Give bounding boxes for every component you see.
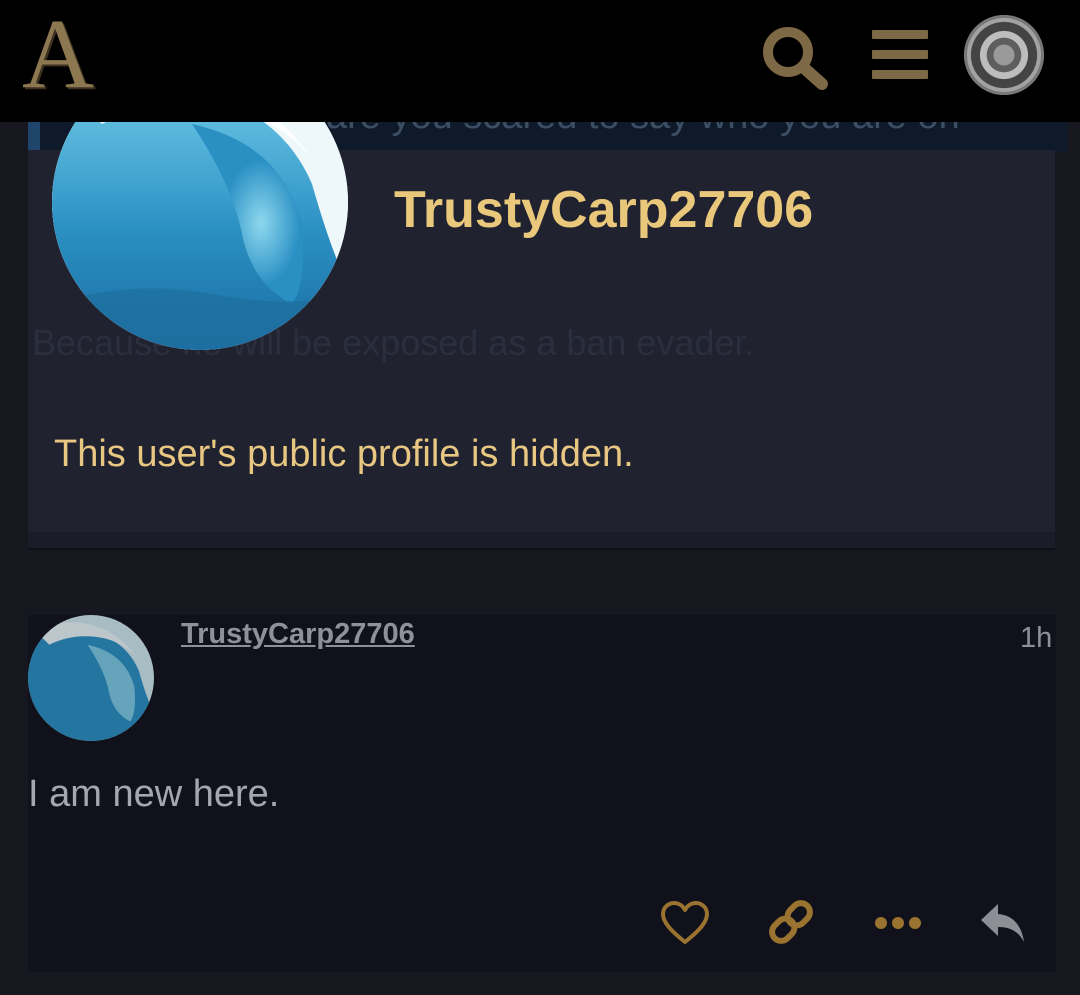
site-header: A [0, 0, 1080, 122]
post-timestamp[interactable]: 1h [1020, 622, 1052, 655]
menu-button[interactable] [868, 28, 932, 82]
search-button[interactable] [760, 26, 832, 90]
reply-icon [981, 904, 1024, 942]
more-icon [875, 917, 921, 929]
profile-hidden-message: This user's public profile is hidden. [54, 433, 634, 475]
current-user-avatar[interactable] [964, 15, 1044, 95]
link-icon [769, 900, 813, 944]
reply-button[interactable] [978, 900, 1028, 946]
post-author-name[interactable]: TrustyCarp27706 [181, 618, 415, 651]
wave-avatar-image [28, 615, 154, 741]
copy-link-button[interactable] [766, 896, 816, 948]
hamburger-menu-icon [872, 30, 928, 79]
user-card-edge [28, 532, 1055, 550]
user-card-username[interactable]: TrustyCarp27706 [394, 180, 813, 240]
post-body-text: I am new here. [28, 773, 280, 815]
post-author-avatar[interactable] [28, 615, 154, 741]
like-button[interactable] [660, 900, 710, 946]
search-icon [763, 27, 828, 90]
heart-icon [661, 901, 709, 944]
site-logo[interactable]: A [22, 4, 94, 104]
more-actions-button[interactable] [872, 910, 924, 936]
